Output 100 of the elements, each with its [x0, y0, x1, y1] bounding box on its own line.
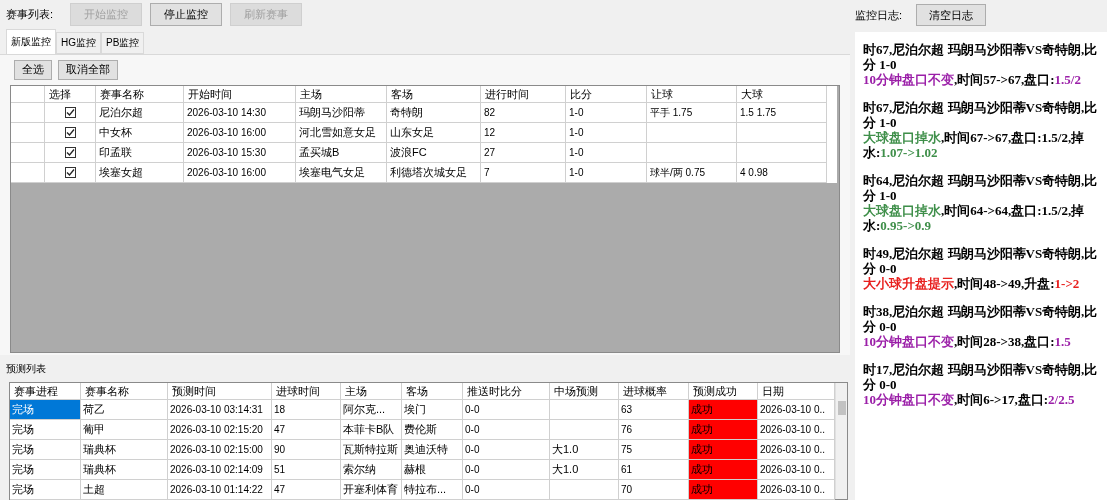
table-cell: 瓦斯特拉斯 — [341, 440, 402, 460]
table-cell: 47 — [272, 480, 341, 500]
table-cell: 利德塔次城女足 — [387, 162, 481, 183]
table-cell: 印孟联 — [96, 142, 184, 163]
table-cell: 特拉布... — [402, 480, 463, 500]
table-cell: 波浪FC — [387, 142, 481, 163]
table-cell: 7 — [481, 162, 566, 183]
table-cell: 2026-03-10 03:14:31 — [168, 400, 272, 420]
log-message: 时67,尼泊尔超 玛朗马沙阳蒂VS奇特朗,比分 1-0 10分钟盘口不变,时间57->67,盘口:1.5/2 — [863, 42, 1099, 87]
table-cell: 本菲卡B队 — [341, 420, 402, 440]
row-checkbox[interactable] — [64, 106, 76, 118]
table-cell: 2026-03-10 02:15:00 — [168, 440, 272, 460]
table-cell: 大1.0 — [550, 440, 619, 460]
log-message: 时49,尼泊尔超 玛朗马沙阳蒂VS奇特朗,比分 0-0 大小球升盘提示,时间48->49,升盘:1->2 — [863, 246, 1099, 291]
table-cell: 费伦斯 — [402, 420, 463, 440]
scrollbar[interactable] — [835, 383, 847, 499]
row-checkbox[interactable] — [64, 166, 76, 178]
column-header[interactable]: 进球时间 — [272, 383, 341, 400]
table-cell: 2026-03-10 14:30 — [184, 102, 296, 123]
table-cell: 瑞典杯 — [81, 460, 168, 480]
table-cell: 2026-03-10 02:14:09 — [168, 460, 272, 480]
column-header[interactable]: 开始时间 — [184, 85, 296, 103]
select-button[interactable]: 取消全部 — [58, 59, 118, 80]
table-cell — [550, 480, 619, 500]
clear-log-button[interactable]: 清空日志 — [916, 4, 987, 26]
table-cell[interactable]: 完场 — [10, 480, 81, 500]
table-cell: 成功 — [689, 400, 758, 420]
column-header[interactable]: 主场 — [341, 383, 402, 400]
table-cell: 1-0 — [566, 162, 647, 183]
table-cell — [550, 400, 619, 420]
table-cell: 2026-03-10 16:00 — [184, 162, 296, 183]
table-cell: 0-0 — [463, 480, 550, 500]
table-cell: 阿尔克... — [341, 400, 402, 420]
table-cell: 埃塞女超 — [96, 162, 184, 183]
table-cell: 0-0 — [463, 460, 550, 480]
table-cell[interactable]: 完场 — [10, 440, 81, 460]
table-cell: 中女杯 — [96, 122, 184, 143]
table-cell: 成功 — [689, 460, 758, 480]
table-cell: 河北雪如意女足 — [296, 122, 387, 143]
column-header[interactable]: 让球 — [647, 85, 737, 103]
column-header[interactable]: 进球概率 — [619, 383, 689, 400]
table-cell: 18 — [272, 400, 341, 420]
log-message: 时64,尼泊尔超 玛朗马沙阳蒂VS奇特朗,比分 1-0 大球盘口掉水,时间64->64,盘口:1.5/2,掉水:0.95->0.9 — [863, 173, 1099, 233]
column-header[interactable]: 比分 — [566, 85, 647, 103]
table-cell: 索尔纳 — [341, 460, 402, 480]
row-checkbox[interactable] — [64, 126, 76, 138]
table-cell: 0-0 — [463, 440, 550, 460]
table-cell: 2026-03-10 01:14:22 — [168, 480, 272, 500]
table-cell — [550, 420, 619, 440]
log-message: 时38,尼泊尔超 玛朗马沙阳蒂VS奇特朗,比分 0-0 10分钟盘口不变,时间28->38,盘口:1.5 — [863, 304, 1099, 349]
table-cell: 大1.0 — [550, 460, 619, 480]
table-cell: 4 0.98 — [737, 162, 827, 183]
table-cell[interactable]: 完场 — [10, 460, 81, 480]
column-header[interactable]: 进行时间 — [481, 85, 566, 103]
column-header[interactable]: 预测时间 — [168, 383, 272, 400]
log-label: 监控日志: — [855, 7, 903, 23]
table-cell: 1-0 — [566, 142, 647, 163]
column-header[interactable]: 赛事名称 — [96, 85, 184, 103]
tab[interactable]: PB监控 — [101, 31, 145, 54]
column-header[interactable]: 主场 — [296, 85, 387, 103]
row-checkbox[interactable] — [64, 146, 76, 158]
column-header[interactable]: 客场 — [387, 85, 481, 103]
table-cell: 赫根 — [402, 460, 463, 480]
table-cell: 2026-03-10 16:00 — [184, 122, 296, 143]
table-cell: 孟买城B — [296, 142, 387, 163]
table-cell: 0-0 — [463, 420, 550, 440]
table-cell: 开塞利体育 — [341, 480, 402, 500]
column-header[interactable]: 推送时比分 — [463, 383, 550, 400]
table-cell: 成功 — [689, 480, 758, 500]
table-cell: 平手 1.75 — [647, 102, 737, 123]
column-header[interactable]: 客场 — [402, 383, 463, 400]
table-cell[interactable]: 完场 — [10, 420, 81, 440]
column-header[interactable]: 选择 — [45, 85, 96, 103]
tab[interactable]: HG监控 — [56, 31, 101, 54]
toolbar-label: 赛事列表: — [6, 7, 55, 23]
log-message: 时17,尼泊尔超 玛朗马沙阳蒂VS奇特朗,比分 0-0 10分钟盘口不变,时间6->17,盘口:2/2.5 — [863, 362, 1099, 407]
table-cell: 27 — [481, 142, 566, 163]
table-cell: 1-0 — [566, 122, 647, 143]
table-cell: 瑞典杯 — [81, 440, 168, 460]
table-cell: 47 — [272, 420, 341, 440]
table-cell: 山东女足 — [387, 122, 481, 143]
select-button[interactable]: 全选 — [14, 59, 52, 80]
tab[interactable]: 新版监控 — [6, 28, 56, 54]
log-message: 时67,尼泊尔超 玛朗马沙阳蒂VS奇特朗,比分 1-0 大球盘口掉水,时间67->67,盘口:1.5/2,掉水:1.07->1.02 — [863, 100, 1099, 160]
table-cell: 尼泊尔超 — [96, 102, 184, 123]
table-cell: 埃门 — [402, 400, 463, 420]
table-cell: 51 — [272, 460, 341, 480]
table-cell: 82 — [481, 102, 566, 123]
table-cell: 成功 — [689, 420, 758, 440]
column-header[interactable]: 大球 — [737, 85, 827, 103]
toolbar-button[interactable]: 停止监控 — [150, 2, 222, 26]
column-header[interactable]: 中场预测 — [550, 383, 619, 400]
column-header[interactable]: 赛事名称 — [81, 383, 168, 400]
table-cell: 奇特朗 — [387, 102, 481, 123]
table-cell[interactable]: 完场 — [10, 400, 81, 420]
table-cell: 土超 — [81, 480, 168, 500]
table-cell: 0-0 — [463, 400, 550, 420]
table-cell: 90 — [272, 440, 341, 460]
table-cell: 2026-03-10 15:30 — [184, 142, 296, 163]
table-cell: 球半/两 0.75 — [647, 162, 737, 183]
